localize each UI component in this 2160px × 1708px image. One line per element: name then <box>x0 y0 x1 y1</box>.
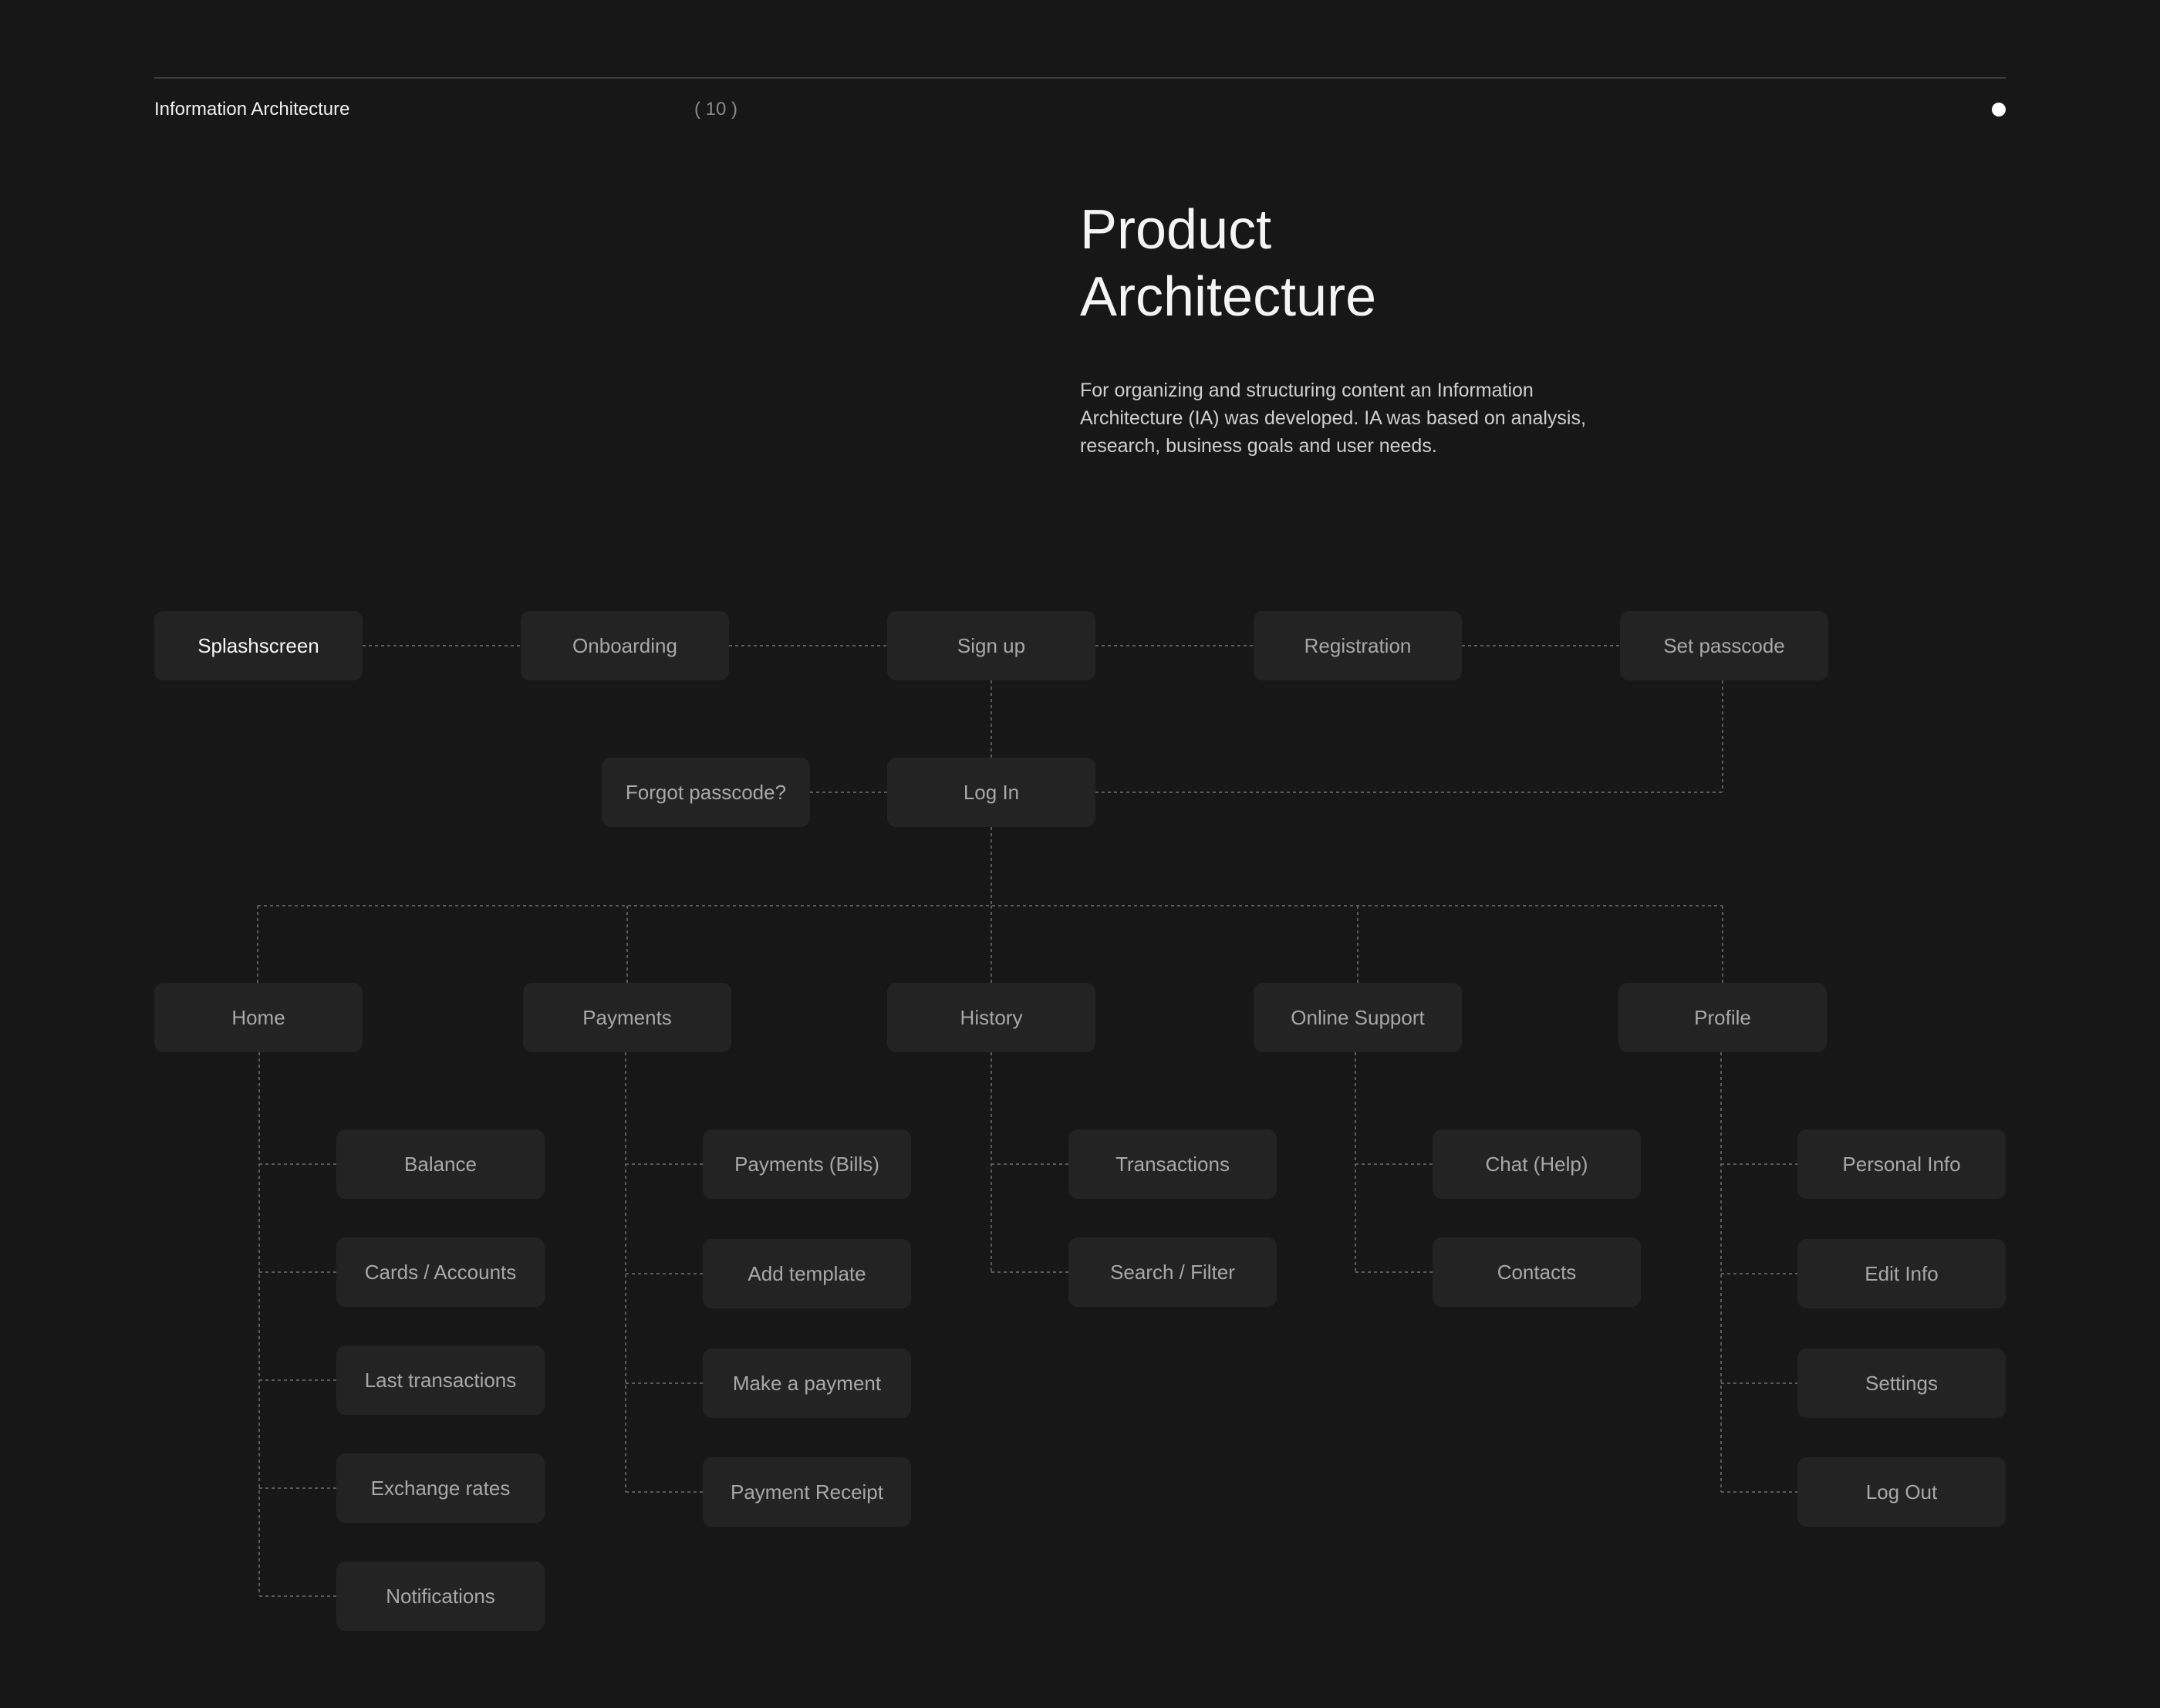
node-history: History <box>887 983 1095 1052</box>
node-home: Home <box>154 983 363 1052</box>
node-splashscreen: Splashscreen <box>154 611 363 680</box>
node-registration: Registration <box>1254 611 1462 680</box>
header-divider <box>154 77 2006 79</box>
node-sign-up: Sign up <box>887 611 1095 680</box>
node-payments: Payments <box>523 983 731 1052</box>
node-payments-bills: Payments (Bills) <box>703 1129 911 1199</box>
node-notifications: Notifications <box>336 1561 545 1631</box>
page-number: ( 10 ) <box>694 99 738 120</box>
node-add-template: Add template <box>703 1239 911 1308</box>
node-profile: Profile <box>1618 983 1827 1052</box>
node-balance: Balance <box>336 1129 545 1199</box>
node-log-in: Log In <box>887 758 1095 827</box>
indicator-dot <box>1992 103 2006 116</box>
page-title: Product Architecture <box>1080 199 1377 328</box>
node-forgot-passcode: Forgot passcode? <box>602 758 810 827</box>
node-contacts: Contacts <box>1433 1237 1641 1307</box>
node-settings: Settings <box>1797 1349 2006 1418</box>
page-description: For organizing and structuring content a… <box>1080 380 1586 457</box>
node-transactions: Transactions <box>1068 1129 1277 1199</box>
node-chat-help: Chat (Help) <box>1433 1129 1641 1199</box>
node-cards-accounts: Cards / Accounts <box>336 1237 545 1307</box>
node-set-passcode: Set passcode <box>1620 611 1828 680</box>
section-label: Information Architecture <box>154 99 350 120</box>
node-edit-info: Edit Info <box>1797 1239 2006 1308</box>
node-onboarding: Onboarding <box>521 611 729 680</box>
node-exchange-rates: Exchange rates <box>336 1453 545 1523</box>
node-search-filter: Search / Filter <box>1068 1237 1277 1307</box>
node-payment-receipt: Payment Receipt <box>703 1457 911 1527</box>
node-log-out: Log Out <box>1797 1457 2006 1527</box>
node-make-a-payment: Make a payment <box>703 1349 911 1418</box>
node-personal-info: Personal Info <box>1797 1129 2006 1199</box>
node-last-transactions: Last transactions <box>336 1345 545 1415</box>
node-online-support: Online Support <box>1254 983 1462 1052</box>
